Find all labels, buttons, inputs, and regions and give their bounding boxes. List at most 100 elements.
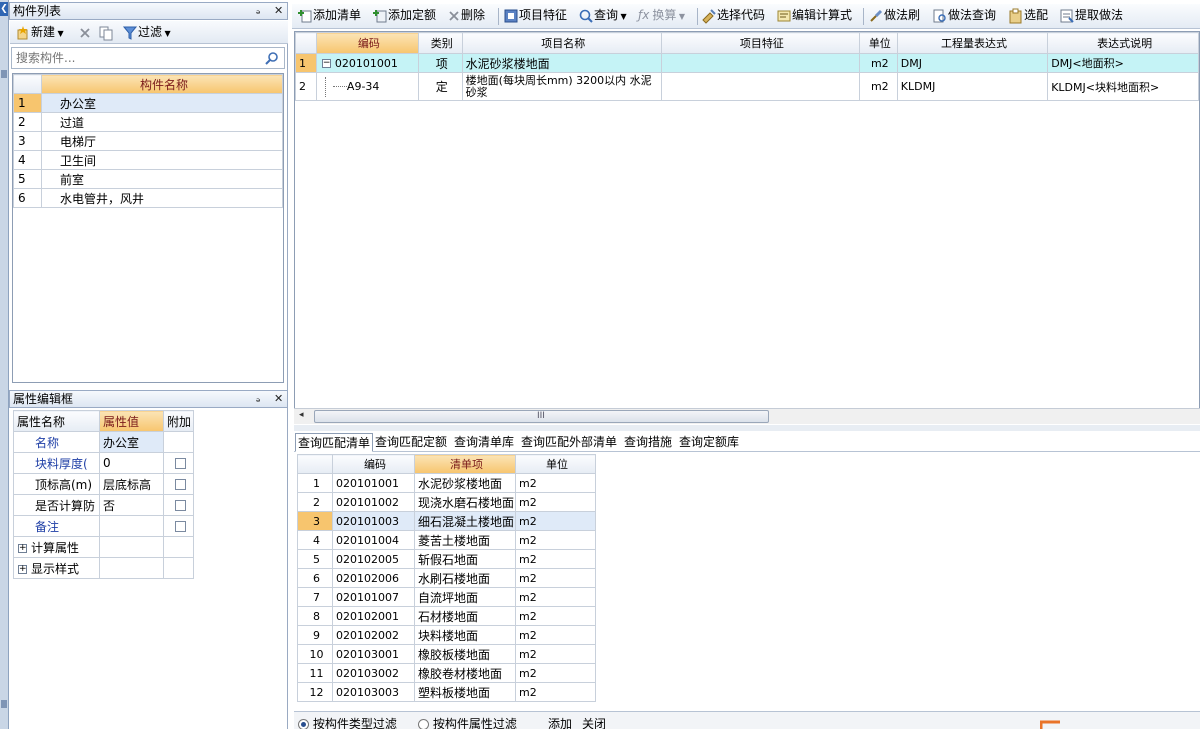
extra-checkbox[interactable]: [174, 458, 186, 469]
component-name[interactable]: 电梯厅: [41, 131, 283, 151]
delete-component-button[interactable]: [78, 24, 92, 41]
dock-tab-icon[interactable]: [1, 700, 7, 708]
bill-unit[interactable]: m2: [515, 587, 596, 607]
bill-feature[interactable]: [660, 53, 860, 73]
table-row[interactable]: 12 020103003 塑料板楼地面 m2: [297, 682, 596, 702]
column-header-expression-desc[interactable]: 表达式说明: [1047, 32, 1199, 54]
copy-component-button[interactable]: [98, 24, 114, 41]
filter-by-type-option[interactable]: 按构件类型过滤: [298, 715, 397, 729]
component-name[interactable]: 卫生间: [41, 150, 283, 170]
tab-quota-library[interactable]: 查询定额库: [677, 433, 741, 452]
bill-unit[interactable]: m2: [515, 625, 596, 645]
bill-code[interactable]: 020102002: [332, 625, 415, 645]
filter-button[interactable]: 过滤 ▼: [122, 24, 171, 41]
bill-code[interactable]: 020102006: [332, 568, 415, 588]
tab-match-quota[interactable]: 查询匹配定额: [373, 433, 449, 452]
bill-item-name[interactable]: 细石混凝土楼地面: [414, 511, 516, 531]
new-button[interactable]: 新建 ▼: [15, 24, 64, 41]
column-header-type[interactable]: 类别: [417, 32, 463, 54]
delete-button[interactable]: 删除: [447, 7, 485, 24]
table-row[interactable]: 2 过道: [13, 112, 283, 132]
collapse-arrow-icon[interactable]: ❮: [0, 2, 8, 16]
column-header-bill-item[interactable]: 清单项: [414, 454, 516, 474]
bill-feature[interactable]: [660, 72, 860, 101]
property-value[interactable]: 层底标高: [99, 473, 164, 495]
property-value[interactable]: 办公室: [99, 431, 164, 453]
tab-match-bill[interactable]: 查询匹配清单: [295, 433, 374, 452]
method-query-button[interactable]: 做法查询: [932, 7, 996, 24]
close-icon[interactable]: ✕: [274, 391, 283, 407]
bill-unit[interactable]: m2: [858, 53, 898, 73]
column-header-code[interactable]: 编码: [332, 454, 415, 474]
search-icon[interactable]: [265, 51, 279, 65]
bill-code[interactable]: 020101003: [332, 511, 415, 531]
scroll-left-icon[interactable]: ◂: [299, 410, 304, 420]
extra-checkbox[interactable]: [174, 500, 186, 511]
convert-button[interactable]: ƒx 换算 ▼: [638, 7, 685, 24]
column-header-component-name[interactable]: 构件名称: [41, 74, 283, 94]
bill-item-name[interactable]: 菱苦土楼地面: [414, 530, 516, 550]
bill-code[interactable]: 020101007: [332, 587, 415, 607]
search-input[interactable]: [12, 48, 252, 68]
bill-unit[interactable]: m2: [515, 473, 596, 493]
table-row[interactable]: 3 020101003 细石混凝土楼地面 m2: [297, 511, 596, 531]
column-header-name[interactable]: 项目名称: [461, 32, 662, 54]
bill-unit[interactable]: m2: [515, 606, 596, 626]
bill-code[interactable]: 020103003: [332, 682, 415, 702]
bill-item-name[interactable]: 块料楼地面: [414, 625, 516, 645]
pin-icon[interactable]: ₔ: [256, 3, 261, 19]
bill-unit[interactable]: m2: [515, 492, 596, 512]
bill-expression[interactable]: DMJ: [896, 53, 1049, 73]
bill-code[interactable]: 020102001: [332, 606, 415, 626]
table-row[interactable]: 1 −020101001 项 水泥砂浆楼地面 m2 DMJ DMJ<地面积>: [295, 53, 1199, 73]
method-brush-button[interactable]: 做法刷: [868, 7, 920, 24]
bill-item-name[interactable]: 自流坪地面: [414, 587, 516, 607]
bill-unit[interactable]: m2: [515, 682, 596, 702]
column-header-unit[interactable]: 单位: [515, 454, 596, 474]
property-value[interactable]: 否: [99, 494, 164, 516]
pin-icon[interactable]: ₔ: [256, 391, 261, 407]
table-row[interactable]: 7 020101007 自流坪地面 m2: [297, 587, 596, 607]
table-row[interactable]: 1 020101001 水泥砂浆楼地面 m2: [297, 473, 596, 493]
dock-tab-icon[interactable]: [1, 70, 7, 78]
component-name[interactable]: 过道: [41, 112, 283, 132]
bill-item-name[interactable]: 水泥砂浆楼地面: [414, 473, 516, 493]
bill-item-name[interactable]: 斩假石地面: [414, 549, 516, 569]
bill-type[interactable]: 定: [417, 72, 463, 101]
property-group[interactable]: + 计算属性: [13, 536, 100, 558]
bill-unit[interactable]: m2: [515, 530, 596, 550]
bill-expression-desc[interactable]: KLDMJ<块料地面积>: [1047, 72, 1199, 101]
select-code-button[interactable]: 选择代码: [701, 7, 765, 24]
table-row[interactable]: 8 020102001 石材楼地面 m2: [297, 606, 596, 626]
bill-item-name[interactable]: 塑料板楼地面: [414, 682, 516, 702]
bill-name[interactable]: 楼地面(每块周长mm) 3200以内 水泥砂浆: [461, 72, 662, 101]
table-row[interactable]: 5 020102005 斩假石地面 m2: [297, 549, 596, 569]
bill-type[interactable]: 项: [417, 53, 463, 73]
bill-code[interactable]: 020103002: [332, 663, 415, 683]
horizontal-scrollbar[interactable]: ◂ III: [294, 408, 1200, 424]
edit-formula-button[interactable]: 编辑计算式: [776, 7, 852, 24]
table-row[interactable]: 4 020101004 菱苦土楼地面 m2: [297, 530, 596, 550]
bill-unit[interactable]: m2: [515, 549, 596, 569]
bill-code[interactable]: 020101001: [332, 473, 415, 493]
expand-icon[interactable]: +: [18, 564, 27, 574]
column-header-feature[interactable]: 项目特征: [660, 32, 860, 54]
quota-code-cell[interactable]: A9-34: [315, 72, 419, 101]
add-button[interactable]: 添加: [548, 715, 572, 729]
bill-unit[interactable]: m2: [858, 72, 898, 101]
component-name[interactable]: 办公室: [41, 93, 283, 113]
bill-unit[interactable]: m2: [515, 511, 596, 531]
item-feature-button[interactable]: 项目特征: [503, 7, 567, 24]
bill-unit[interactable]: m2: [515, 644, 596, 664]
bill-item-name[interactable]: 现浇水磨石楼地面: [414, 492, 516, 512]
extract-method-button[interactable]: 提取做法: [1059, 7, 1123, 24]
bill-unit[interactable]: m2: [515, 568, 596, 588]
add-quota-button[interactable]: 添加定额: [372, 7, 436, 24]
bill-code[interactable]: 020101004: [332, 530, 415, 550]
select-match-button[interactable]: 选配: [1008, 7, 1048, 24]
table-row[interactable]: 2 020101002 现浇水磨石楼地面 m2: [297, 492, 596, 512]
scrollbar-thumb[interactable]: III: [314, 410, 769, 423]
bill-code[interactable]: 020102005: [332, 549, 415, 569]
table-row[interactable]: 6 水电管井，风井: [13, 188, 283, 208]
table-row[interactable]: 11 020103002 橡胶卷材楼地面 m2: [297, 663, 596, 683]
